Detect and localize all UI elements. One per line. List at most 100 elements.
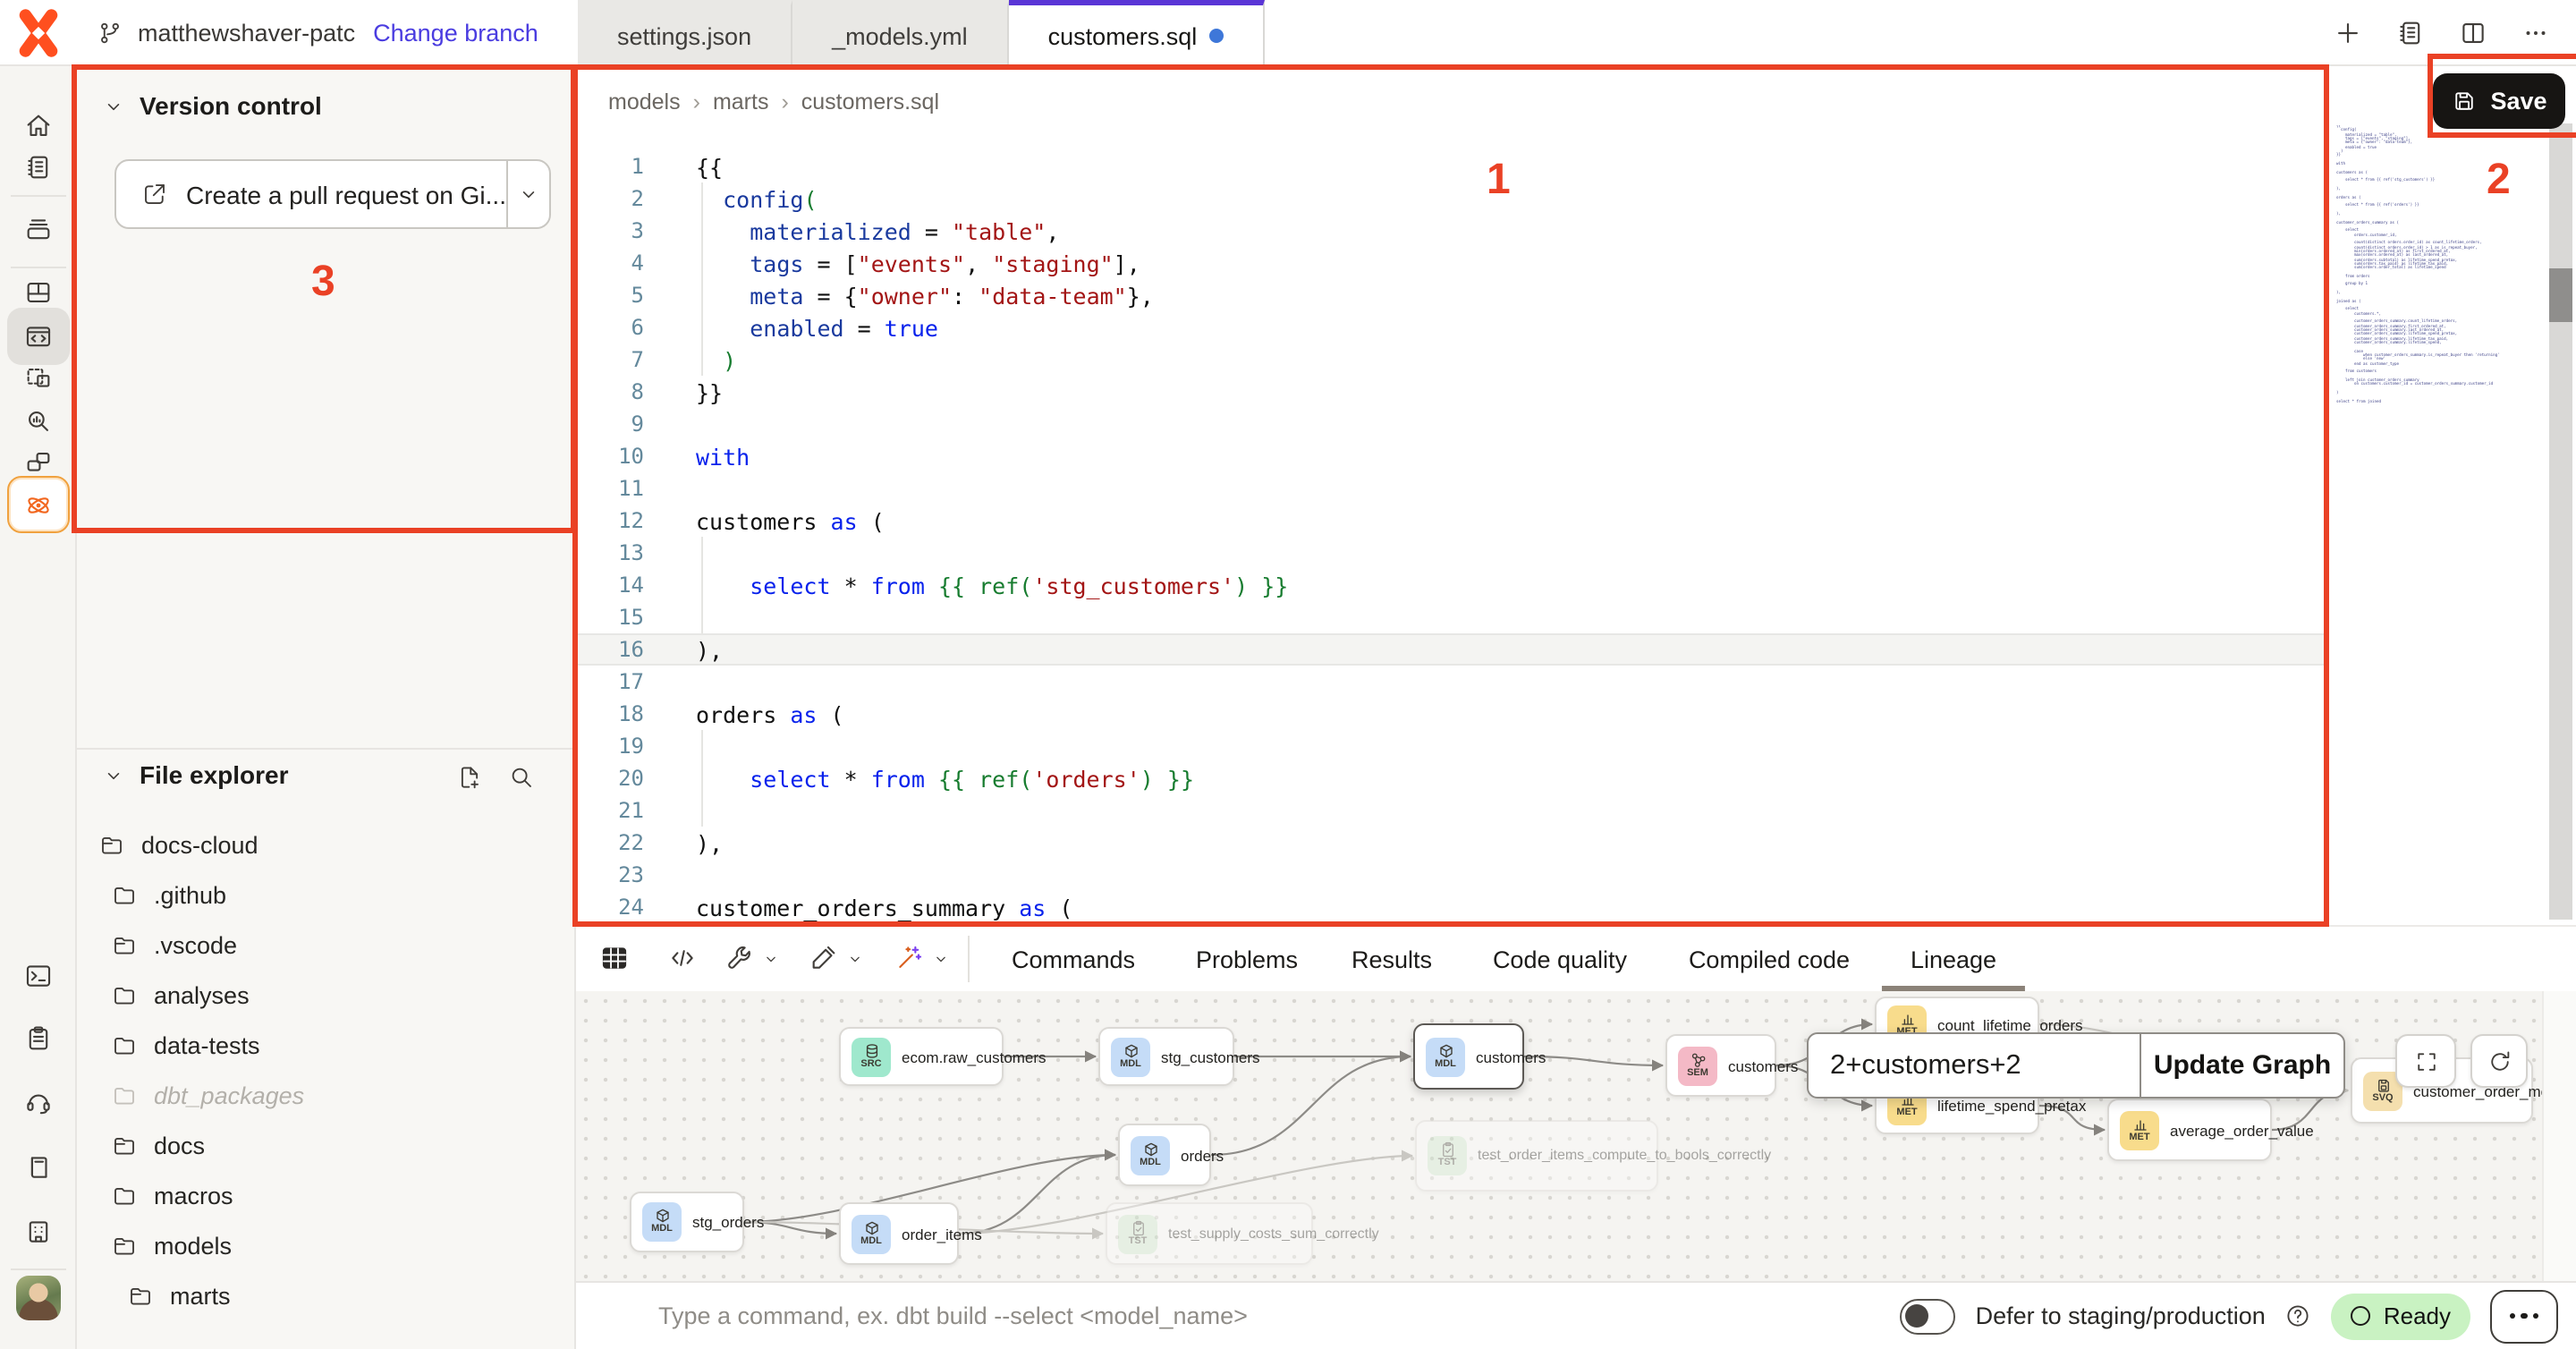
more-options-icon[interactable] xyxy=(2512,10,2558,56)
split-view-icon[interactable] xyxy=(2449,10,2496,56)
editor-scrollbar[interactable] xyxy=(2549,123,2572,920)
create-pr-main[interactable]: Create a pull request on Gi... xyxy=(116,161,506,227)
refresh-graph-button[interactable] xyxy=(2470,1034,2528,1088)
lineage-node-average_order_value[interactable]: METaverage_order_value xyxy=(2107,1099,2272,1161)
code-editor[interactable]: models›marts›customers.sql 1{{2 config(3… xyxy=(576,66,2329,925)
rail-item-terminal[interactable] xyxy=(7,946,70,1004)
code-line-16[interactable]: 16), xyxy=(576,633,2329,666)
code-lines[interactable]: 1{{2 config(3 materialized = "table",4 t… xyxy=(576,150,2329,923)
selector-input[interactable]: 2+customers+2 xyxy=(1809,1049,2140,1082)
code-line-23[interactable]: 23 xyxy=(576,859,2329,891)
panel-tab-commands[interactable]: Commands xyxy=(1012,927,1135,991)
new-file-icon[interactable] xyxy=(456,764,483,791)
tree-item-docs-cloud[interactable]: docs-cloud xyxy=(77,819,574,870)
tree-item-macros[interactable]: macros xyxy=(77,1170,574,1220)
code-line-13[interactable]: 13 xyxy=(576,537,2329,569)
rail-item-organization[interactable] xyxy=(7,1202,70,1260)
code-line-15[interactable]: 15 xyxy=(576,601,2329,633)
status-badge[interactable]: Ready xyxy=(2332,1293,2470,1339)
rail-item-notebook[interactable] xyxy=(7,138,70,195)
chevron-down-icon[interactable] xyxy=(932,950,950,968)
file-explorer-header[interactable]: File explorer xyxy=(102,760,289,789)
rail-item-docs[interactable] xyxy=(7,1138,70,1195)
code-line-14[interactable]: 14 select * from {{ ref('stg_customers')… xyxy=(576,569,2329,601)
tree-item-data-tests[interactable]: data-tests xyxy=(77,1020,574,1070)
lineage-node-customers[interactable]: MDLcustomers xyxy=(1413,1023,1524,1090)
rail-item-tasks[interactable] xyxy=(7,1009,70,1066)
lineage-node-customers_sem[interactable]: SEMcustomers xyxy=(1665,1034,1776,1097)
format-lint-icon[interactable] xyxy=(809,943,839,973)
chevron-down-icon[interactable] xyxy=(846,950,864,968)
user-avatar[interactable] xyxy=(16,1276,61,1320)
version-control-header[interactable]: Version control xyxy=(102,91,322,120)
create-pr-dropdown[interactable] xyxy=(506,161,549,227)
tree-item-.github[interactable]: .github xyxy=(77,870,574,920)
statusbar-more-button[interactable] xyxy=(2490,1289,2558,1343)
code-line-20[interactable]: 20 select * from {{ ref('orders') }} xyxy=(576,762,2329,794)
code-line-3[interactable]: 3 materialized = "table", xyxy=(576,215,2329,247)
tab-customers.sql[interactable]: customers.sql xyxy=(1009,0,1266,66)
fullscreen-button[interactable] xyxy=(2395,1034,2456,1088)
code-line-21[interactable]: 21 xyxy=(576,794,2329,827)
lineage-canvas[interactable]: SRCecom.raw_customers MDLstg_customers MDL… xyxy=(576,991,2576,1283)
rail-item-copilot[interactable] xyxy=(7,476,70,533)
panel-tab-results[interactable]: Results xyxy=(1352,927,1432,991)
defer-toggle[interactable] xyxy=(1901,1298,1956,1334)
dbt-logo-icon[interactable] xyxy=(13,7,64,59)
search-icon[interactable] xyxy=(508,764,535,791)
tree-item-marts[interactable]: marts xyxy=(77,1270,574,1320)
code-line-4[interactable]: 4 tags = ["events", "staging"], xyxy=(576,247,2329,279)
code-line-17[interactable]: 17 xyxy=(576,666,2329,698)
save-button[interactable]: Save xyxy=(2433,73,2565,129)
code-line-18[interactable]: 18orders as ( xyxy=(576,698,2329,730)
code-line-5[interactable]: 5 meta = {"owner": "data-team"}, xyxy=(576,279,2329,311)
code-line-24[interactable]: 24customer_orders_summary as ( xyxy=(576,891,2329,923)
compile-code-icon[interactable] xyxy=(667,943,698,973)
lineage-node-orders[interactable]: MDLorders xyxy=(1118,1124,1211,1186)
command-input[interactable]: Type a command, ex. dbt build --select <… xyxy=(658,1302,1901,1329)
help-icon[interactable] xyxy=(2285,1302,2312,1329)
new-tab-button[interactable] xyxy=(2324,10,2370,56)
code-line-12[interactable]: 12customers as ( xyxy=(576,505,2329,537)
tree-item-.vscode[interactable]: .vscode xyxy=(77,920,574,970)
copilot-wand-icon[interactable] xyxy=(894,943,925,973)
breadcrumb-item[interactable]: marts xyxy=(713,89,769,115)
code-line-11[interactable]: 11 xyxy=(576,472,2329,505)
tree-item-models[interactable]: models xyxy=(77,1220,574,1270)
panel-tab-lineage[interactable]: Lineage xyxy=(1911,927,1996,991)
code-line-10[interactable]: 10with xyxy=(576,440,2329,472)
tree-item-analyses[interactable]: analyses xyxy=(77,970,574,1020)
panel-tab-compiled-code[interactable]: Compiled code xyxy=(1689,927,1850,991)
tree-item-docs[interactable]: docs xyxy=(77,1120,574,1170)
tree-item-dbt_packages[interactable]: dbt_packages xyxy=(77,1070,574,1120)
journal-icon[interactable] xyxy=(2386,10,2433,56)
code-line-22[interactable]: 22), xyxy=(576,827,2329,859)
scrollbar-thumb[interactable] xyxy=(2549,268,2572,322)
lineage-node-stg_orders[interactable]: MDLstg_orders xyxy=(630,1192,744,1252)
code-line-1[interactable]: 1{{ xyxy=(576,150,2329,182)
minimap[interactable]: {{ config( materialized = "table", tags … xyxy=(2329,66,2547,925)
update-graph-button[interactable]: Update Graph xyxy=(2140,1034,2343,1097)
preview-table-icon[interactable] xyxy=(599,943,630,973)
code-line-2[interactable]: 2 config( xyxy=(576,182,2329,215)
tab-settings.json[interactable]: settings.json xyxy=(578,0,792,66)
lineage-node-stg_customers[interactable]: MDLstg_customers xyxy=(1098,1027,1234,1086)
rail-item-support[interactable] xyxy=(7,1073,70,1131)
tab-_models.yml[interactable]: _models.yml xyxy=(792,0,1009,66)
panel-tab-problems[interactable]: Problems xyxy=(1196,927,1298,991)
code-line-9[interactable]: 9 xyxy=(576,408,2329,440)
lineage-node-raw_customers[interactable]: SRCecom.raw_customers xyxy=(839,1027,1004,1086)
code-line-7[interactable]: 7 ) xyxy=(576,344,2329,376)
rail-item-catalog[interactable] xyxy=(7,200,70,258)
build-wrench-icon[interactable] xyxy=(724,943,755,973)
code-line-19[interactable]: 19 xyxy=(576,730,2329,762)
lineage-node-test_order_items[interactable]: TSTtest_order_items_compute_to_bools_cor… xyxy=(1415,1120,1658,1192)
code-line-6[interactable]: 6 enabled = true xyxy=(576,311,2329,344)
change-branch-link[interactable]: Change branch xyxy=(373,20,538,47)
breadcrumb-item[interactable]: customers.sql xyxy=(801,89,939,115)
create-pr-button[interactable]: Create a pull request on Gi... xyxy=(114,159,551,229)
panel-tab-code-quality[interactable]: Code quality xyxy=(1493,927,1627,991)
breadcrumb-item[interactable]: models xyxy=(608,89,681,115)
lineage-node-test_supply[interactable]: TSTtest_supply_costs_sum_correctly xyxy=(1106,1202,1313,1265)
lineage-node-order_items[interactable]: MDLorder_items xyxy=(839,1202,959,1265)
